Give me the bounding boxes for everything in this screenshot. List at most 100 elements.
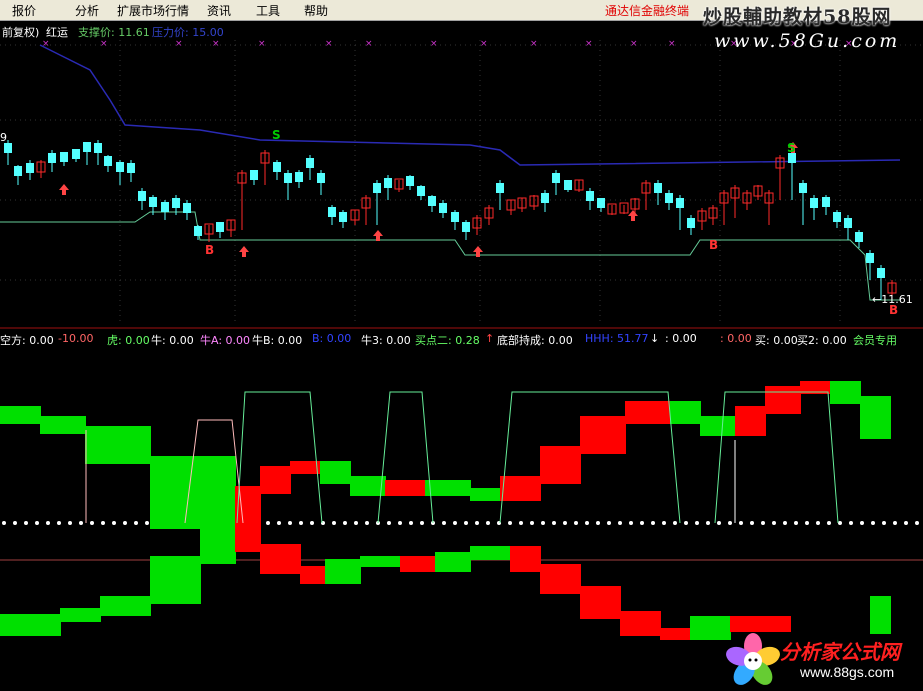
signal-b-label-2: B [709, 238, 719, 252]
zero-dot [365, 521, 369, 525]
zero-dot [530, 521, 534, 525]
candle-body [541, 193, 549, 203]
candle-body [149, 197, 157, 207]
indicator-value-4: 牛A: 0.00 [200, 334, 251, 347]
indicator-value-15: 买: 0.00 [755, 334, 798, 347]
candle-body [439, 203, 447, 213]
left-edge-value: 9 [0, 131, 7, 144]
zero-dot [24, 521, 28, 525]
candle-body [14, 166, 22, 176]
zero-dot [13, 521, 17, 525]
watermark-url: www.58Gu.com [714, 30, 901, 52]
zero-dot [354, 521, 358, 525]
zero-dot [409, 521, 413, 525]
candle-body [116, 162, 124, 172]
zero-dot [519, 521, 523, 525]
indicator-band [435, 552, 471, 572]
candle-body [328, 207, 336, 217]
zero-dot [46, 521, 50, 525]
candle-body [172, 198, 180, 208]
candle-body [799, 183, 807, 193]
indicator-band [320, 461, 351, 484]
indicator-band [860, 396, 891, 439]
candle-body [216, 222, 224, 232]
indicator-value-5: 牛B: 0.00 [252, 334, 303, 347]
candle-body [373, 183, 381, 193]
zero-dot [79, 521, 83, 525]
indicator-value-11: HHH: 51.77 [585, 332, 649, 345]
zero-dot [596, 521, 600, 525]
candle-body [161, 202, 169, 212]
indicator-band [670, 401, 701, 424]
zero-dot [310, 521, 314, 525]
signal-cross-icon: × [365, 39, 373, 49]
indicator-panel[interactable] [0, 381, 923, 640]
indicator-band [360, 556, 401, 567]
zero-dot [717, 521, 721, 525]
buy-arrow-icon [59, 184, 69, 195]
indicator-band [500, 476, 541, 501]
candle-body [586, 191, 594, 201]
candle-body [687, 218, 695, 228]
support-price-label: 支撑价: 11.61 [78, 26, 150, 39]
indicator-band [0, 406, 41, 424]
signal-cross-icon: × [100, 39, 108, 49]
indicator-band [60, 608, 101, 622]
price-panel[interactable]: × × × × × × × × × × × × × × × × [0, 39, 923, 325]
indicator-band [400, 556, 436, 572]
indicator-band [470, 546, 511, 560]
candle-body [496, 183, 504, 193]
zero-dot [343, 521, 347, 525]
zero-dot [57, 521, 61, 525]
buy-arrow-icon [239, 246, 249, 257]
buy-arrow-icon [628, 210, 638, 221]
indicator-band [385, 480, 426, 496]
signal-b-label: B [205, 243, 215, 257]
zero-dot [640, 521, 644, 525]
indicator-value-6: B: 0.00 [312, 332, 352, 345]
zero-dot [893, 521, 897, 525]
indicator-band [200, 521, 236, 564]
signal-cross-icon: × [430, 39, 438, 49]
signal-cross-icon: × [585, 39, 593, 49]
zero-dot [805, 521, 809, 525]
indicator-band [260, 544, 301, 574]
zero-dot [750, 521, 754, 525]
zero-dot [915, 521, 919, 525]
candle-body [810, 198, 818, 208]
zero-dot [574, 521, 578, 525]
zero-dot [101, 521, 105, 525]
flower-logo-icon [726, 633, 780, 685]
candle-body [462, 222, 470, 232]
zero-dot [882, 521, 886, 525]
candle-body [72, 149, 80, 159]
indicator-band [540, 446, 581, 484]
candle-body [317, 173, 325, 183]
zero-dot [299, 521, 303, 525]
logo-text: 分析家公式网 [780, 640, 900, 664]
zero-dot [398, 521, 402, 525]
indicator-value-14: : 0.00 [720, 332, 752, 345]
indicator-value-13: : 0.00 [665, 332, 697, 345]
zero-dot [552, 521, 556, 525]
zero-dot [2, 521, 6, 525]
indicator-band [300, 566, 326, 584]
candle-body [833, 212, 841, 222]
zero-dot [772, 521, 776, 525]
indicator-value-0: 空方: 0.00 [0, 334, 54, 347]
zero-dot [706, 521, 710, 525]
indicator-band [735, 406, 766, 436]
candle-body [597, 198, 605, 208]
candle-body [295, 172, 303, 182]
candle-body [138, 191, 146, 201]
pulse-line [377, 391, 434, 524]
indicator-band [660, 628, 691, 640]
candle-body [4, 143, 12, 153]
indicator-band [830, 381, 861, 404]
logo-url: www.88gs.com [800, 664, 895, 680]
candle-body [250, 170, 258, 180]
candle-body [564, 180, 572, 190]
zero-dot [420, 521, 424, 525]
zero-dot [618, 521, 622, 525]
indicator-value-16: 买2: 0.00 [797, 334, 847, 347]
